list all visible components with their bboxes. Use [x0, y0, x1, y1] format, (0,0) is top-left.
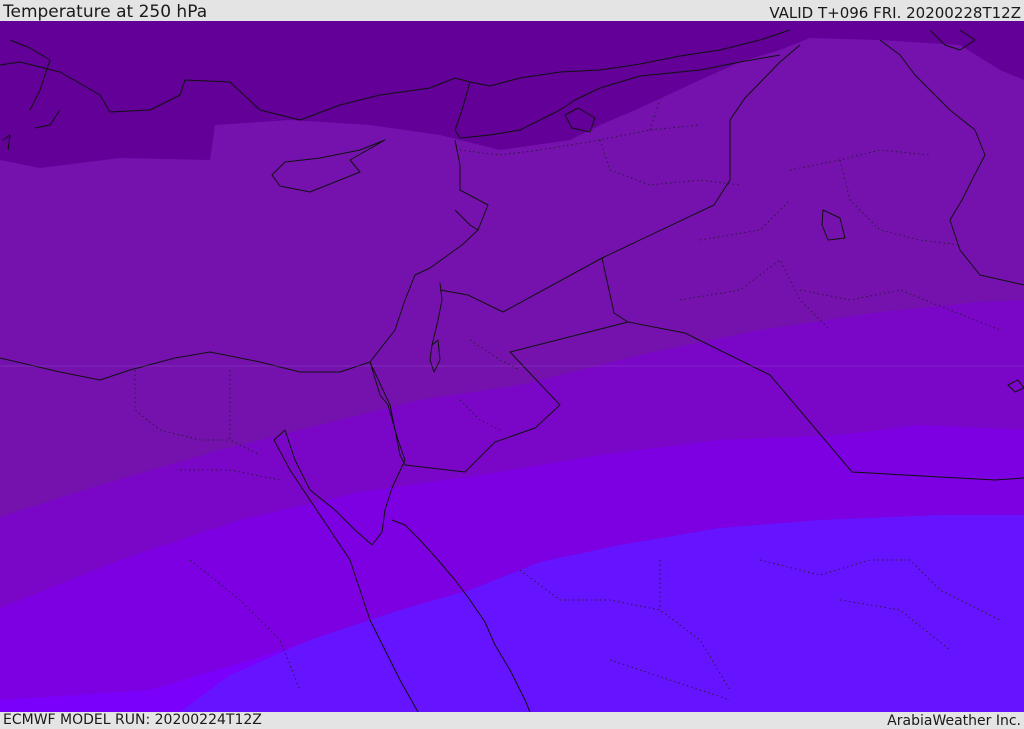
valid-time: VALID T+096 FRI. 20200228T12Z	[769, 4, 1021, 22]
model-run: ECMWF MODEL RUN: 20200224T12Z	[3, 712, 262, 728]
footer-bar: ECMWF MODEL RUN: 20200224T12Z ArabiaWeat…	[0, 712, 1024, 729]
temperature-map[interactable]	[0, 21, 1024, 712]
credit: ArabiaWeather Inc.	[887, 713, 1021, 729]
map-title: Temperature at 250 hPa	[3, 2, 208, 22]
header-bar: Temperature at 250 hPa VALID T+096 FRI. …	[0, 0, 1024, 21]
